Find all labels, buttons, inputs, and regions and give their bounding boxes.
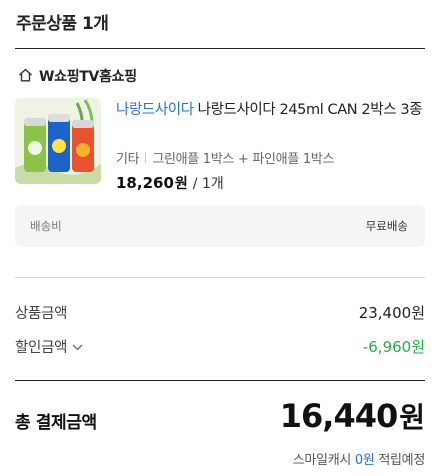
points-row: 스마일캐시 0원 적립예정 <box>292 449 426 468</box>
seller-name: W쇼핑TV홈쇼핑 <box>39 69 137 85</box>
points-value: 0원 <box>354 453 375 468</box>
product-option: 기타 그린애플 1박스 + 파인애플 1박스 <box>116 148 334 167</box>
product-price-unit: 원 <box>174 176 188 192</box>
chevron-down-icon <box>72 339 83 355</box>
header-divider <box>15 48 425 49</box>
product-price-row: 18,260 원 / 1개 <box>116 173 224 193</box>
product-quantity: / 1개 <box>192 176 224 192</box>
shipping-label: 배송비 <box>30 219 62 233</box>
section-title: 주문상품 1개 <box>16 14 109 34</box>
total-row: 총 결제금액 16,440 원 <box>15 396 425 436</box>
total-label: 총 결제금액 <box>15 412 97 433</box>
total-amount: 16,440 원 <box>280 396 425 436</box>
points-prefix: 스마일캐시 <box>292 453 352 468</box>
total-divider <box>15 380 425 381</box>
home-icon <box>18 67 33 86</box>
product-brand[interactable]: 나랑드사이다 <box>116 102 194 118</box>
option-separator <box>145 152 147 163</box>
points-suffix: 적립예정 <box>378 453 425 468</box>
total-amount-value: 16,440 <box>279 397 398 435</box>
product-amount-label: 상품금액 <box>15 306 68 322</box>
discount-row[interactable]: 할인금액 -6,960원 <box>15 336 425 357</box>
option-type: 기타 <box>116 152 140 167</box>
shipping-value: 무료배송 <box>365 219 408 233</box>
seller-row[interactable]: W쇼핑TV홈쇼핑 <box>18 66 137 86</box>
option-value: 그린애플 1박스 + 파인애플 1박스 <box>152 152 335 167</box>
product-amount-row: 상품금액 23,400원 <box>15 302 425 323</box>
product-image[interactable] <box>15 98 101 184</box>
discount-toggle[interactable]: 할인금액 <box>15 336 83 357</box>
discount-label: 할인금액 <box>15 340 68 356</box>
shipping-box: 배송비 무료배송 <box>15 205 425 247</box>
product-title[interactable]: 나랑드사이다 나랑드사이다 245ml CAN 2박스 3종 <box>116 99 426 121</box>
discount-value: -6,960원 <box>362 338 425 356</box>
product-price: 18,260 <box>116 174 174 192</box>
product-amount-value: 23,400원 <box>358 304 425 322</box>
total-amount-unit: 원 <box>399 401 425 434</box>
product-name: 나랑드사이다 245ml CAN 2박스 3종 <box>197 102 423 118</box>
summary-divider <box>15 277 425 278</box>
